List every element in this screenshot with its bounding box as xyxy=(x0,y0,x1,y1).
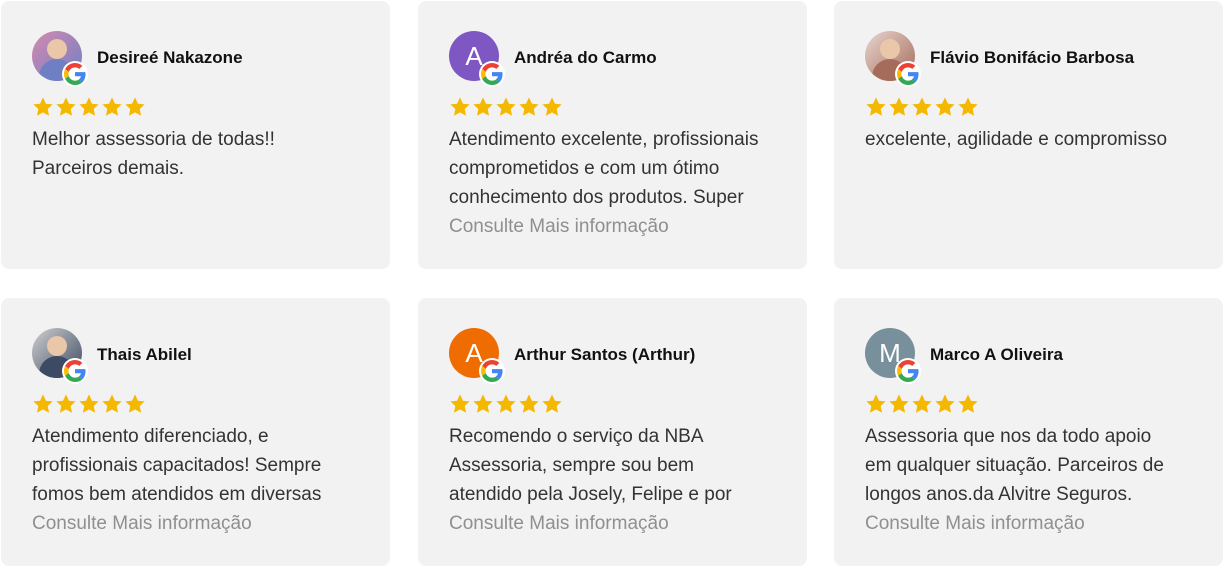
star-icon xyxy=(79,97,99,116)
avatar-photo-head xyxy=(880,39,900,59)
star-icon xyxy=(866,394,886,413)
reviewer-name: Thais Abilel xyxy=(97,345,192,364)
google-g-icon xyxy=(64,360,86,382)
star-icon xyxy=(958,394,978,413)
review-text-line: atendido pela Josely, Felipe e por xyxy=(449,484,732,505)
star-icon xyxy=(56,97,76,116)
google-g-icon xyxy=(64,63,86,85)
star-icon xyxy=(912,97,932,116)
star-icon xyxy=(519,394,539,413)
review-text-line: Assessoria que nos da todo apoio xyxy=(865,426,1152,447)
google-badge xyxy=(479,61,505,87)
star-icon xyxy=(473,97,493,116)
review-text-line: Atendimento excelente, profissionais xyxy=(449,129,759,150)
review-text: Melhor assessoria de todas!! Parceiros de… xyxy=(32,125,372,183)
review-text: excelente, agilidade e compromisso xyxy=(865,125,1205,154)
star-rating xyxy=(32,96,146,118)
star-icon xyxy=(935,97,955,116)
star-icon xyxy=(33,97,53,116)
avatar-photo-head xyxy=(47,336,67,356)
star-rating xyxy=(449,393,563,415)
review-text: Atendimento excelente, profissionais comp… xyxy=(449,125,789,241)
star-icon xyxy=(866,97,886,116)
google-badge xyxy=(895,358,921,384)
review-text-line: comprometidos e com um ótimo xyxy=(449,158,720,179)
google-g-icon xyxy=(897,360,919,382)
star-icon xyxy=(912,394,932,413)
review-text: Atendimento diferenciado, e profissionais… xyxy=(32,422,372,538)
star-icon xyxy=(473,394,493,413)
reviewer-name: Marco A Oliveira xyxy=(930,345,1063,364)
review-text: Assessoria que nos da todo apoio em qualq… xyxy=(865,422,1205,538)
star-icon xyxy=(889,394,909,413)
review-text-line: profissionais capacitados! Sempre xyxy=(32,455,322,476)
review-text-line: Recomendo o serviço da NBA xyxy=(449,426,704,447)
review-card: A Arthur Santos (Arthur) Recomendo o servi… xyxy=(418,298,807,566)
star-icon xyxy=(889,97,909,116)
review-text: Recomendo o serviço da NBA Assessoria, se… xyxy=(449,422,789,538)
star-icon xyxy=(125,394,145,413)
google-badge xyxy=(62,358,88,384)
review-text-line: Parceiros demais. xyxy=(32,158,185,179)
reviewer-avatar xyxy=(865,31,921,87)
reviewer-avatar: A xyxy=(449,328,505,384)
star-icon xyxy=(450,97,470,116)
star-icon xyxy=(102,394,122,413)
reviewer-avatar: M xyxy=(865,328,921,384)
reviewer-name: Arthur Santos (Arthur) xyxy=(514,345,696,364)
review-card: A Andréa do Carmo Atendimento excelente, p… xyxy=(418,1,807,269)
star-icon xyxy=(496,97,516,116)
reviewer-name: Desireé Nakazone xyxy=(97,48,243,67)
star-icon xyxy=(56,394,76,413)
star-icon xyxy=(542,97,562,116)
star-icon xyxy=(542,394,562,413)
google-g-icon xyxy=(897,63,919,85)
review-card: Desireé Nakazone Melhor assessoria de tod… xyxy=(1,1,390,269)
review-card: Flávio Bonifácio Barbosa excelente, agili… xyxy=(834,1,1223,269)
review-text-line: conhecimento dos produtos. Super xyxy=(449,187,744,208)
star-rating xyxy=(449,96,563,118)
read-more-link[interactable]: Consulte Mais informação xyxy=(449,509,789,538)
reviewer-avatar xyxy=(32,328,88,384)
review-card: Thais Abilel Atendimento diferenciado, e p… xyxy=(1,298,390,566)
reviewer-avatar xyxy=(32,31,88,87)
star-rating xyxy=(32,393,146,415)
review-card: M Marco A Oliveira Assessoria que nos da t… xyxy=(834,298,1223,566)
google-badge xyxy=(895,61,921,87)
avatar-photo-head xyxy=(47,39,67,59)
review-text-line: Melhor assessoria de todas!! xyxy=(32,129,275,150)
star-icon xyxy=(496,394,516,413)
star-icon xyxy=(33,394,53,413)
reviewer-name: Andréa do Carmo xyxy=(514,48,657,67)
star-rating xyxy=(865,96,979,118)
star-icon xyxy=(450,394,470,413)
reviewer-avatar: A xyxy=(449,31,505,87)
review-text-line: em qualquer situação. Parceiros de xyxy=(865,455,1164,476)
review-text-line: Atendimento diferenciado, e xyxy=(32,426,269,447)
star-icon xyxy=(102,97,122,116)
google-badge xyxy=(479,358,505,384)
read-more-link[interactable]: Consulte Mais informação xyxy=(32,509,372,538)
review-text-line: longos anos.da Alvitre Seguros. xyxy=(865,484,1133,505)
review-text-line: fomos bem atendidos em diversas xyxy=(32,484,322,505)
google-badge xyxy=(62,61,88,87)
read-more-link[interactable]: Consulte Mais informação xyxy=(449,212,789,241)
star-icon xyxy=(958,97,978,116)
read-more-link[interactable]: Consulte Mais informação xyxy=(865,509,1205,538)
star-icon xyxy=(79,394,99,413)
google-g-icon xyxy=(481,63,503,85)
star-icon xyxy=(519,97,539,116)
reviewer-name: Flávio Bonifácio Barbosa xyxy=(930,48,1135,67)
review-text-line: Assessoria, sempre sou bem xyxy=(449,455,694,476)
google-g-icon xyxy=(481,360,503,382)
star-icon xyxy=(125,97,145,116)
star-rating xyxy=(865,393,979,415)
review-text-line: excelente, agilidade e compromisso xyxy=(865,129,1168,150)
star-icon xyxy=(935,394,955,413)
